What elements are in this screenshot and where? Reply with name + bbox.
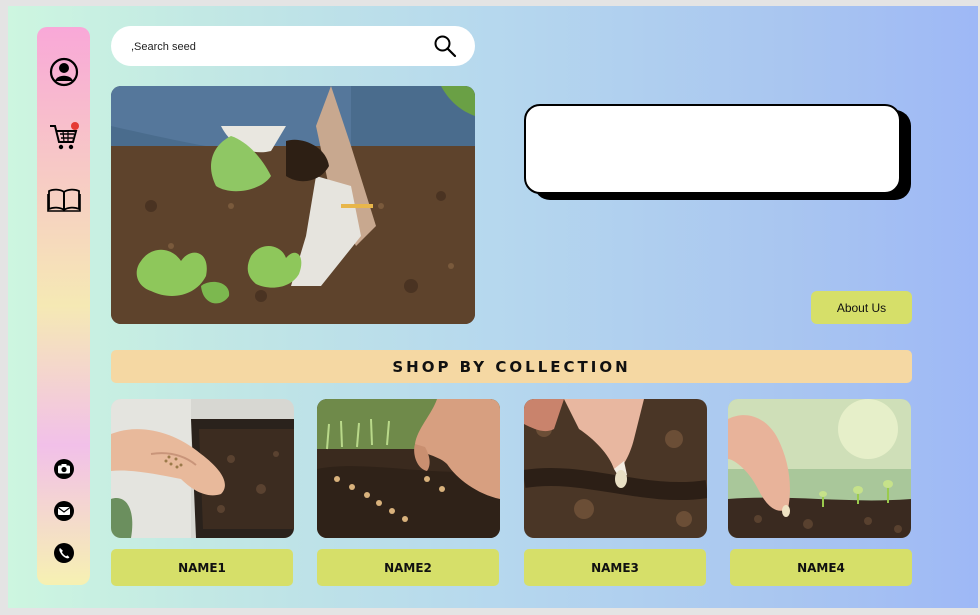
collection-card-image-2[interactable] bbox=[317, 399, 500, 538]
search-icon[interactable] bbox=[433, 34, 457, 58]
search-bar bbox=[111, 26, 475, 66]
cart-badge bbox=[70, 122, 79, 130]
user-icon[interactable] bbox=[37, 57, 90, 87]
cart-icon[interactable] bbox=[37, 121, 90, 153]
collection-heading: SHOP BY COLLECTION bbox=[111, 350, 912, 383]
hero-callout-box bbox=[524, 104, 901, 194]
search-input[interactable] bbox=[129, 36, 423, 58]
collection-card-image-3[interactable] bbox=[524, 399, 707, 538]
camera-icon[interactable] bbox=[37, 458, 90, 480]
collection-card-button-4[interactable]: NAME4 bbox=[730, 549, 912, 586]
about-us-button[interactable]: About Us bbox=[811, 291, 912, 324]
collection-card-button-3[interactable]: NAME3 bbox=[524, 549, 706, 586]
page-frame: About Us SHOP BY COLLECTION bbox=[8, 6, 978, 608]
hero-image bbox=[111, 86, 475, 324]
collection-card-image-1[interactable] bbox=[111, 399, 294, 538]
collection-card-button-2[interactable]: NAME2 bbox=[317, 549, 499, 586]
sidebar bbox=[37, 27, 90, 585]
mail-icon[interactable] bbox=[37, 500, 90, 522]
collection-card-button-1[interactable]: NAME1 bbox=[111, 549, 293, 586]
book-icon[interactable] bbox=[37, 187, 90, 213]
collection-card-image-4[interactable] bbox=[728, 399, 911, 538]
phone-icon[interactable] bbox=[37, 542, 90, 564]
